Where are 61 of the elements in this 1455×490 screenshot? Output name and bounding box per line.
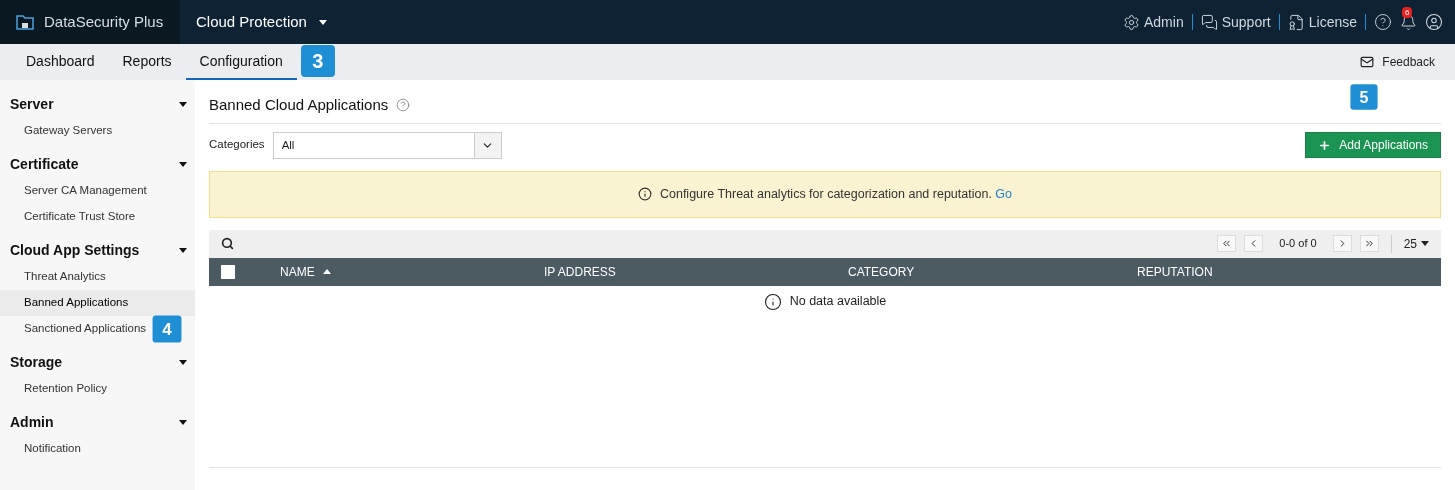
caret-icon <box>179 419 187 425</box>
page-size-dropdown[interactable]: 25 <box>1403 234 1429 253</box>
sidebar-item[interactable]: Threat Analytics <box>0 268 106 286</box>
mail-icon <box>1360 55 1375 69</box>
caret-icon <box>179 161 187 167</box>
go-link[interactable]: Go <box>995 186 1013 201</box>
info-icon <box>763 292 782 311</box>
caret-icon <box>179 359 187 365</box>
column-header[interactable]: CATEGORY <box>848 262 1137 281</box>
user-icon[interactable] <box>1425 13 1443 31</box>
filter-label: Categories <box>209 137 265 153</box>
categories-dropdown[interactable]: All <box>272 131 502 159</box>
module-dropdown[interactable]: Cloud Protection <box>180 10 327 34</box>
caret-icon <box>1421 241 1429 246</box>
page-range: 0-0 of 0 <box>1278 236 1318 252</box>
column-header[interactable]: IP ADDRESS <box>544 262 848 281</box>
sidebar-item[interactable]: Sanctioned Applications <box>0 320 147 338</box>
folder-lock-icon <box>16 13 36 31</box>
caret-icon <box>179 101 187 107</box>
sidebar-item[interactable]: Certificate Trust Store <box>0 208 136 226</box>
sidebar-item[interactable]: Retention Policy <box>0 380 108 398</box>
double-chevron-right-icon <box>1363 238 1375 249</box>
sidebar-group[interactable]: Storage <box>0 348 195 376</box>
sidebar-item[interactable]: Notification <box>0 440 81 458</box>
notice-text: Configure Threat analytics for categorization and reputation. Go <box>659 185 1013 203</box>
caret-icon <box>318 19 327 25</box>
nav-tab[interactable]: Configuration <box>185 44 297 80</box>
add-applications-button[interactable]: Add Applications <box>1305 132 1441 158</box>
callout-badge: 4 <box>152 315 182 343</box>
sidebar-group[interactable]: Cloud App Settings <box>0 236 195 264</box>
info-icon <box>637 187 652 201</box>
header-link[interactable]: Support <box>1200 11 1271 33</box>
sidebar-group[interactable]: Server <box>0 90 195 118</box>
column-header[interactable]: REPUTATION <box>1137 262 1213 281</box>
caret-icon <box>179 247 187 253</box>
product-name: DataSecurity Plus <box>44 11 164 32</box>
sidebar-item[interactable]: Server CA Management <box>0 182 147 200</box>
double-chevron-left-icon <box>1221 238 1233 249</box>
nav-tab[interactable]: Dashboard <box>12 44 109 80</box>
header-link[interactable]: Admin <box>1123 11 1184 33</box>
notification-badge: 6 <box>1402 6 1413 18</box>
chat-icon <box>1200 13 1218 31</box>
empty-message: No data available <box>789 293 887 311</box>
nav-tab[interactable]: Reports <box>108 44 186 80</box>
certificate-icon <box>1287 13 1305 31</box>
sidebar-item[interactable]: Gateway Servers <box>0 122 113 140</box>
gear-icon <box>1123 13 1140 31</box>
last-page-button[interactable] <box>1359 235 1379 252</box>
select-all-checkbox[interactable] <box>221 264 235 279</box>
callout-badge: 5 <box>1350 84 1378 111</box>
column-header[interactable]: NAME <box>280 262 544 281</box>
sidebar-group[interactable]: Certificate <box>0 150 195 178</box>
plus-icon <box>1318 138 1332 152</box>
callout-badge: 3 <box>300 45 335 77</box>
sidebar-group[interactable]: Admin <box>0 408 195 436</box>
search-icon[interactable] <box>221 237 234 250</box>
page-title: Banned Cloud Applications <box>209 95 389 115</box>
header-link[interactable]: License <box>1287 11 1357 33</box>
feedback-button[interactable]: Feedback <box>1360 44 1455 80</box>
sort-ascending-icon <box>322 269 331 274</box>
first-page-button[interactable] <box>1217 235 1237 252</box>
